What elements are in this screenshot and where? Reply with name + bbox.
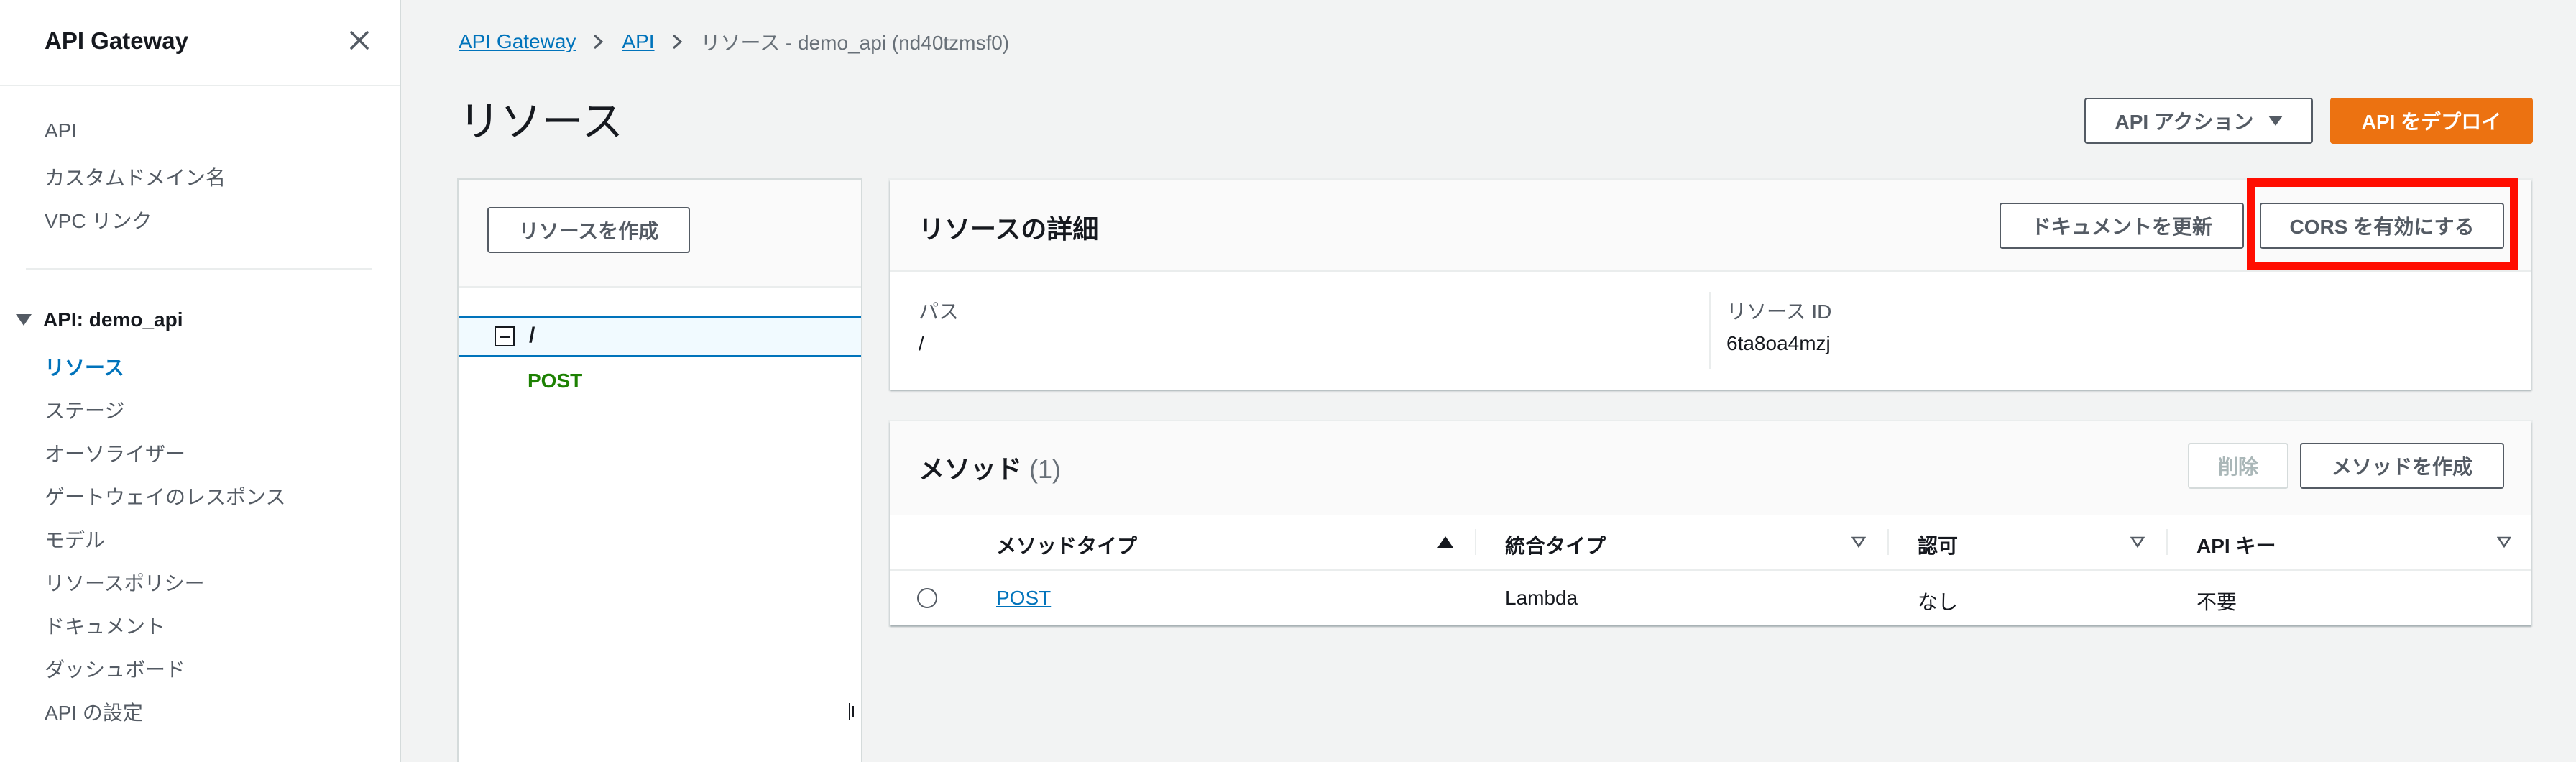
deploy-api-label: API をデプロイ: [2361, 111, 2502, 133]
create-method-label: メソッドを作成: [2331, 456, 2472, 478]
breadcrumb: API Gateway API リソース - demo_api (nd40tzm…: [459, 27, 1009, 56]
row-select-radio[interactable]: [917, 588, 937, 608]
sidebar: API Gateway API カスタムドメイン名 VPC リンク API: d…: [0, 0, 401, 762]
delete-label: 削除: [2217, 456, 2258, 478]
methods-title: メソッド (1): [919, 449, 1061, 486]
sidebar-item-custom-domain[interactable]: カスタムドメイン名: [45, 162, 226, 191]
enable-cors-label: CORS を有効にする: [2289, 216, 2475, 238]
sidebar-item-gateway-responses[interactable]: ゲートウェイのレスポンス: [45, 482, 285, 510]
sidebar-item-resources[interactable]: リソース: [45, 352, 124, 381]
caret-down-icon: [16, 314, 32, 326]
column-header-auth[interactable]: 認可: [1918, 531, 1958, 559]
app-root: API Gateway API カスタムドメイン名 VPC リンク API: d…: [0, 0, 2576, 762]
path-value: /: [919, 332, 924, 354]
api-actions-dropdown[interactable]: API アクション: [2084, 98, 2313, 144]
enable-cors-button[interactable]: CORS を有効にする: [2260, 203, 2504, 249]
field-divider: [1709, 292, 1711, 369]
collapse-icon[interactable]: [494, 326, 515, 346]
column-separator: [2166, 529, 2168, 555]
create-method-button[interactable]: メソッドを作成: [2300, 443, 2504, 489]
integration-value: Lambda: [1505, 587, 1578, 609]
chevron-right-icon: [594, 34, 604, 50]
sidebar-item-api-settings[interactable]: API の設定: [45, 697, 143, 726]
resource-details-title: リソースの詳細: [919, 214, 1099, 244]
deploy-api-button[interactable]: API をデプロイ: [2330, 98, 2533, 144]
resource-tree-toolbar: リソースを作成: [459, 180, 861, 288]
resource-id-label: リソース ID: [1726, 300, 1832, 323]
sort-icon[interactable]: [2497, 535, 2511, 549]
auth-value: なし: [1918, 591, 1959, 613]
sidebar-item-models[interactable]: モデル: [45, 525, 105, 554]
sidebar-header: API Gateway: [0, 0, 400, 86]
api-key-value: 不要: [2196, 591, 2237, 613]
methods-count: (1): [1029, 454, 1062, 484]
breadcrumb-api-gateway[interactable]: API Gateway: [459, 30, 576, 53]
tree-node-root-label: /: [529, 323, 535, 347]
resource-details-card: リソースの詳細 ドキュメントを更新 CORS を有効にする パス / リソース …: [890, 180, 2531, 390]
resource-tree-panel: リソースを作成 / POST: [457, 178, 862, 762]
column-header-method-type[interactable]: メソッドタイプ: [996, 531, 1137, 559]
create-resource-label: リソースを作成: [518, 220, 659, 242]
breadcrumb-current: リソース - demo_api (nd40tzmsf0): [700, 32, 1010, 54]
sidebar-item-resource-policy[interactable]: リソースポリシー: [45, 568, 205, 597]
caret-down-icon: [2268, 116, 2283, 126]
column-header-api-key[interactable]: API キー: [2196, 531, 2276, 559]
methods-title-label: メソッド: [919, 454, 1023, 484]
sort-icon[interactable]: [1852, 535, 1866, 549]
delete-button[interactable]: 削除: [2188, 443, 2288, 489]
sidebar-item-documentation[interactable]: ドキュメント: [45, 611, 165, 640]
close-icon[interactable]: [345, 26, 374, 55]
method-post-link[interactable]: POST: [996, 587, 1051, 610]
page-title: リソース: [459, 98, 624, 145]
sort-ascending-icon[interactable]: [1438, 536, 1453, 548]
resize-handle-icon[interactable]: [848, 702, 855, 722]
update-docs-label: ドキュメントを更新: [2030, 216, 2212, 238]
chevron-right-icon: [672, 34, 682, 50]
sidebar-section-label: API: demo_api: [43, 308, 183, 331]
table-row[interactable]: POST Lambda なし 不要: [890, 571, 2531, 625]
tree-method-post[interactable]: POST: [528, 369, 582, 393]
api-actions-label: API アクション: [2115, 111, 2254, 133]
sidebar-item-api[interactable]: API: [45, 119, 77, 142]
sidebar-item-authorizers[interactable]: オーソライザー: [45, 439, 185, 467]
breadcrumb-api[interactable]: API: [622, 30, 654, 53]
sidebar-title: API Gateway: [45, 27, 188, 54]
methods-table-header: メソッドタイプ 統合タイプ 認可 API キー: [890, 515, 2531, 571]
path-label: パス: [919, 300, 960, 323]
create-resource-button[interactable]: リソースを作成: [487, 207, 690, 253]
column-separator: [1887, 529, 1889, 555]
sidebar-section-api[interactable]: API: demo_api: [16, 308, 183, 331]
sidebar-item-vpc-link[interactable]: VPC リンク: [45, 206, 152, 234]
column-separator: [1475, 529, 1476, 555]
sidebar-divider: [26, 268, 372, 270]
resource-id-value: 6ta8oa4mzj: [1726, 332, 1831, 354]
sidebar-item-stages[interactable]: ステージ: [45, 395, 124, 424]
resource-details-header: リソースの詳細 ドキュメントを更新 CORS を有効にする: [890, 180, 2531, 272]
column-header-integration[interactable]: 統合タイプ: [1505, 531, 1606, 559]
sidebar-item-dashboard[interactable]: ダッシュボード: [45, 654, 185, 683]
update-docs-button[interactable]: ドキュメントを更新: [2000, 203, 2244, 249]
tree-node-root[interactable]: /: [459, 316, 861, 357]
methods-header: メソッド (1) 削除 メソッドを作成: [890, 421, 2531, 515]
sort-icon[interactable]: [2130, 535, 2145, 549]
methods-card: メソッド (1) 削除 メソッドを作成 メソッドタイプ 統合タイプ 認可 API…: [890, 421, 2531, 625]
